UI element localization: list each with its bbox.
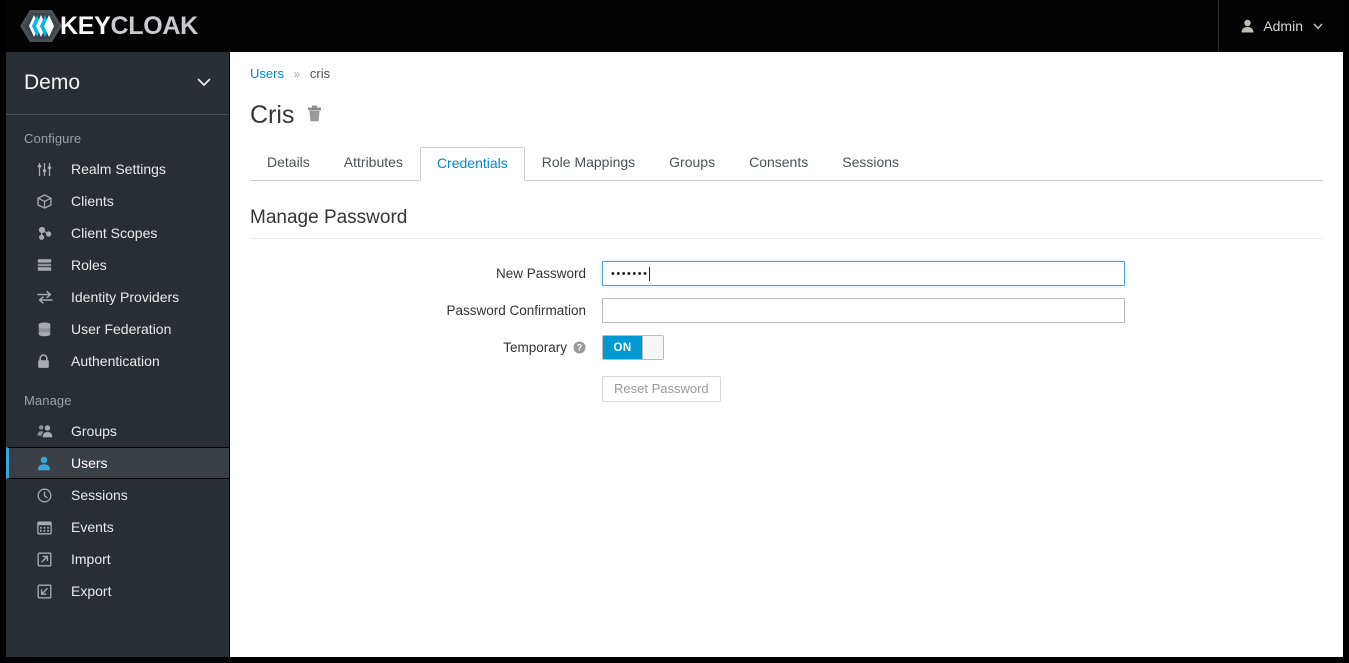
sidebar-item-import[interactable]: Import	[6, 543, 229, 575]
export-arrow-icon	[37, 584, 59, 599]
temporary-label: Temporary	[503, 340, 567, 355]
temporary-toggle[interactable]: ON	[602, 335, 664, 360]
tab-sessions[interactable]: Sessions	[825, 146, 916, 180]
new-password-label: New Password	[495, 266, 586, 281]
breadcrumb-separator: »	[293, 67, 301, 81]
cube-icon	[37, 193, 59, 209]
reset-password-button[interactable]: Reset Password	[602, 376, 721, 402]
brand-text: KEYCLOAK	[60, 11, 199, 40]
brand-text-key: KEY	[60, 11, 111, 40]
chevron-down-icon	[1313, 23, 1323, 30]
sidebar-item-label: Identity Providers	[71, 289, 180, 305]
sidebar-item-export[interactable]: Export	[6, 575, 229, 607]
temporary-toggle-knob	[642, 336, 663, 359]
sidebar-group-label-configure: Configure	[24, 131, 82, 146]
brand-logo-link[interactable]: KEYCLOAK	[19, 8, 198, 44]
sidebar-item-identity-providers[interactable]: Identity Providers	[6, 281, 229, 313]
temporary-label-wrap: Temporary ?	[230, 340, 602, 355]
molecule-icon	[37, 226, 59, 241]
sidebar-item-groups[interactable]: Groups	[6, 415, 229, 447]
keycloak-logo-icon	[19, 8, 63, 44]
user-avatar-icon	[1241, 19, 1254, 33]
form-row-password-confirmation: Password Confirmation	[230, 298, 1343, 323]
clock-icon	[37, 488, 59, 503]
sidebar-item-label: Clients	[71, 193, 114, 209]
section-title-manage-password: Manage Password	[250, 207, 1323, 239]
users-group-icon	[37, 424, 59, 438]
page-title: Cris	[250, 101, 295, 129]
chevron-down-icon	[197, 74, 211, 92]
realm-selector[interactable]: Demo	[6, 52, 229, 115]
tab-details[interactable]: Details	[250, 146, 327, 180]
tab-attributes[interactable]: Attributes	[327, 146, 420, 180]
server-stack-icon	[37, 258, 59, 272]
sidebar-item-label: Import	[71, 551, 111, 567]
text-caret	[649, 266, 651, 281]
breadcrumb-link-users[interactable]: Users	[250, 66, 284, 81]
sidebar-item-label: Sessions	[71, 487, 128, 503]
sidebar-item-realm-settings[interactable]: Realm Settings	[6, 153, 229, 185]
page-title-row: Cris	[230, 81, 1343, 128]
user-tabs: Details Attributes Credentials Role Mapp…	[250, 146, 1323, 181]
sidebar-item-sessions[interactable]: Sessions	[6, 479, 229, 511]
manage-password-form: New Password ••••••• Password Confirmati…	[230, 261, 1343, 402]
tab-role-mappings[interactable]: Role Mappings	[525, 146, 652, 180]
sidebar-item-label: Groups	[71, 423, 117, 439]
password-confirmation-label: Password Confirmation	[446, 303, 586, 318]
brand-text-cloak: CLOAK	[110, 11, 199, 40]
sidebar-item-label: User Federation	[71, 321, 172, 337]
tab-consents[interactable]: Consents	[732, 146, 825, 180]
trash-icon	[307, 105, 322, 127]
sidebar-item-users[interactable]: Users	[6, 447, 229, 479]
delete-user-button[interactable]	[307, 105, 322, 127]
admin-user-label: Admin	[1263, 18, 1303, 34]
sidebar-item-user-federation[interactable]: User Federation	[6, 313, 229, 345]
breadcrumb-current: cris	[309, 66, 331, 81]
sidebar-item-events[interactable]: Events	[6, 511, 229, 543]
temporary-toggle-state: ON	[603, 336, 642, 359]
sidebar-item-label: Roles	[71, 257, 107, 273]
svg-text:?: ?	[577, 343, 583, 353]
new-password-input[interactable]: •••••••	[602, 261, 1125, 286]
database-icon	[37, 322, 59, 337]
new-password-value-display: •••••••	[611, 262, 1116, 285]
admin-user-menu[interactable]: Admin	[1218, 0, 1343, 52]
sidebar-item-label: Client Scopes	[71, 225, 158, 241]
help-icon[interactable]: ?	[573, 341, 586, 354]
sidebar-group-label-manage: Manage	[24, 393, 72, 408]
sidebar-item-label: Realm Settings	[71, 161, 166, 177]
sidebar-item-label: Export	[71, 583, 112, 599]
keycloak-admin-console: KEYCLOAK Admin Demo Configure Realm Sett…	[0, 0, 1349, 663]
sidebar-item-roles[interactable]: Roles	[6, 249, 229, 281]
sidebar-item-client-scopes[interactable]: Client Scopes	[6, 217, 229, 249]
calendar-icon	[37, 520, 59, 535]
new-password-value: •••••••	[611, 267, 649, 280]
tab-credentials[interactable]: Credentials	[419, 146, 525, 181]
form-row-temporary: Temporary ? ON	[230, 335, 1343, 360]
form-row-new-password: New Password •••••••	[230, 261, 1343, 286]
form-row-reset-button: Reset Password	[230, 376, 1343, 402]
sidebar: Demo Configure Realm Settings Clients Cl…	[6, 52, 230, 657]
sidebar-item-label: Users	[71, 455, 108, 471]
password-confirmation-input[interactable]	[602, 298, 1125, 323]
user-icon	[37, 456, 59, 471]
breadcrumb: Users » cris	[230, 52, 1343, 81]
top-navbar: KEYCLOAK Admin	[6, 0, 1343, 52]
import-arrow-icon	[37, 552, 59, 567]
sliders-icon	[37, 162, 59, 177]
tab-groups[interactable]: Groups	[652, 146, 732, 180]
main-content: Users » cris Cris Details Attributes Cre…	[230, 52, 1343, 657]
sidebar-item-label: Authentication	[71, 353, 160, 369]
sidebar-item-authentication[interactable]: Authentication	[6, 345, 229, 377]
realm-name: Demo	[24, 71, 81, 94]
exchange-arrows-icon	[37, 290, 59, 304]
sidebar-item-clients[interactable]: Clients	[6, 185, 229, 217]
sidebar-item-label: Events	[71, 519, 114, 535]
lock-icon	[37, 353, 59, 369]
